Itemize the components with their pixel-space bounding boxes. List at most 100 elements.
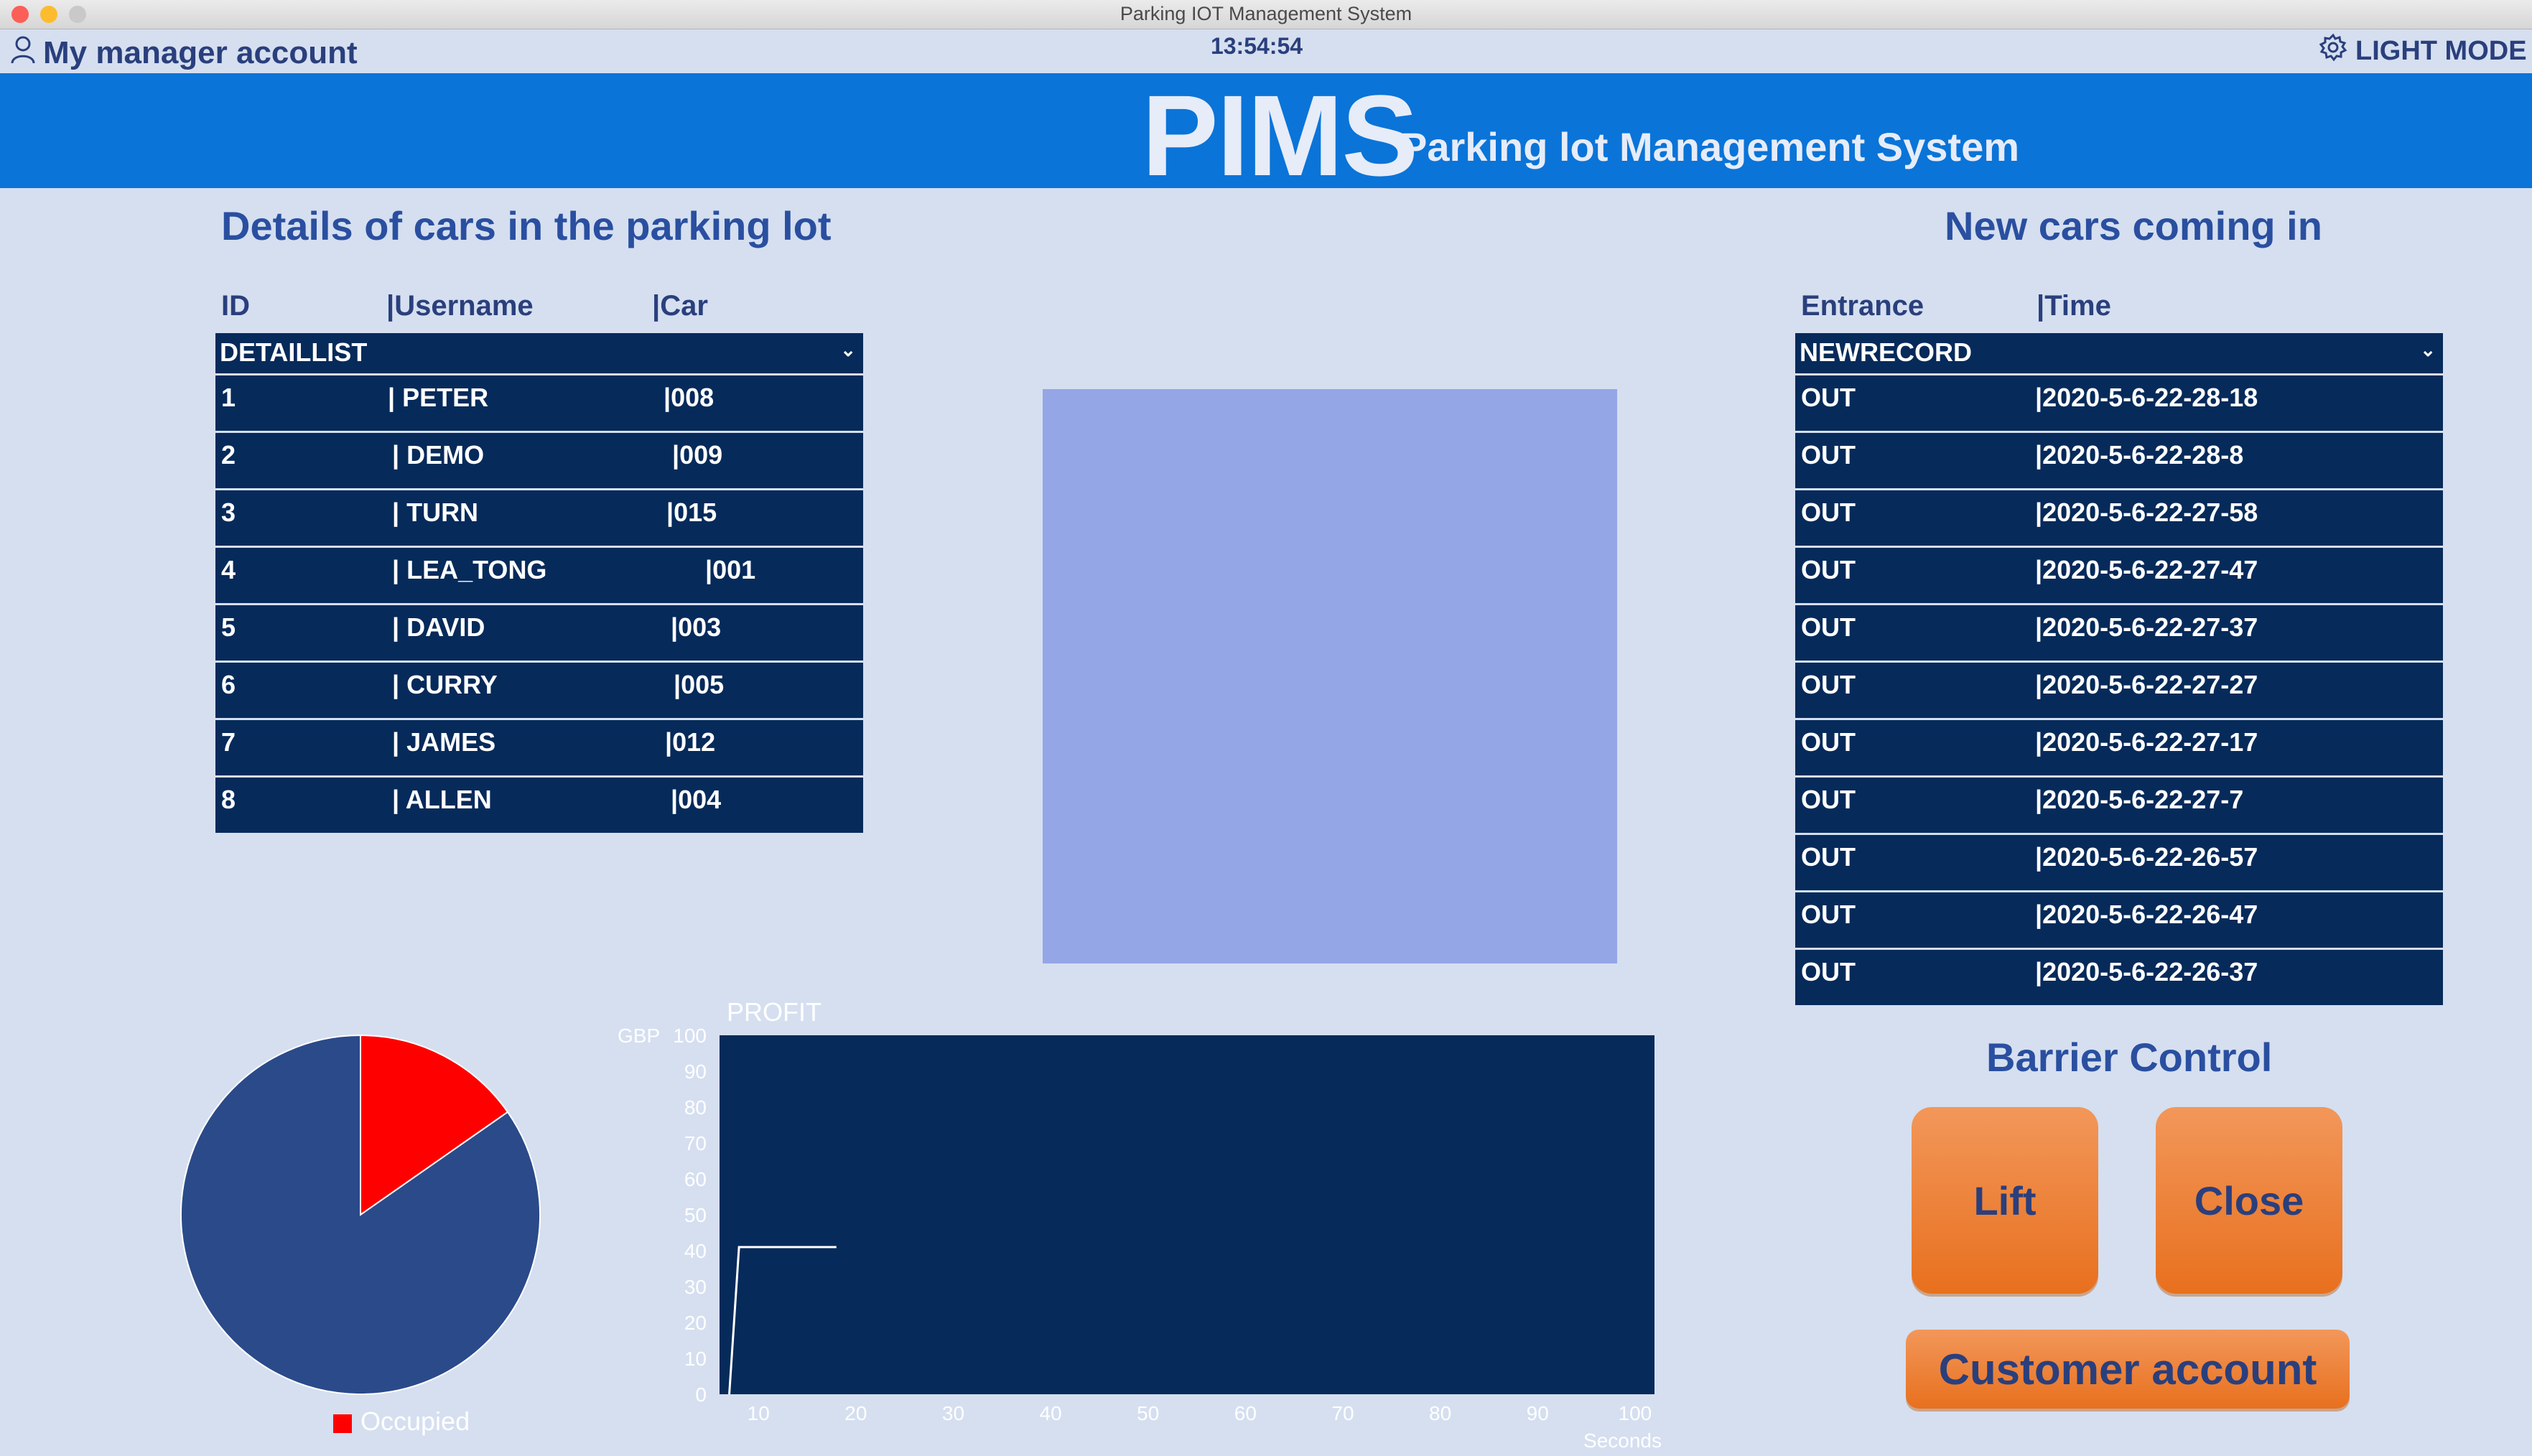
lift-button[interactable]: Lift	[1912, 1107, 2098, 1294]
row-entrance: OUT	[1801, 900, 1856, 929]
details-col-car: |Car	[652, 290, 708, 322]
x-tick-label: 50	[1137, 1402, 1159, 1424]
newcars-row[interactable]: OUT |2020-5-6-22-26-47	[1795, 892, 2443, 950]
window-titlebar: Parking IOT Management System	[0, 0, 2532, 29]
row-id: 8	[221, 785, 236, 814]
x-tick-label: 80	[1429, 1402, 1451, 1424]
row-entrance: OUT	[1801, 670, 1856, 699]
legend-label-occupied: Occupied	[360, 1406, 470, 1436]
newcars-row[interactable]: OUT |2020-5-6-22-27-47	[1795, 548, 2443, 605]
row-entrance: OUT	[1801, 785, 1856, 814]
x-tick-label: 30	[942, 1402, 964, 1424]
row-username: | TURN	[392, 498, 479, 527]
details-row[interactable]: 8 | ALLEN |004	[215, 778, 863, 833]
row-car: |003	[671, 612, 722, 642]
newcars-col-time: |Time	[2037, 290, 2111, 322]
row-car: |001	[705, 555, 756, 584]
newcars-row[interactable]: OUT |2020-5-6-22-28-8	[1795, 433, 2443, 490]
x-tick-label: 20	[844, 1402, 867, 1424]
row-car: |008	[664, 383, 715, 412]
row-time: |2020-5-6-22-28-18	[2035, 383, 2258, 412]
details-list-label: DETAILLIST	[220, 337, 368, 367]
row-id: 5	[221, 612, 236, 642]
light-mode-toggle[interactable]: LIGHT MODE	[2318, 33, 2527, 69]
y-tick-label: 0	[695, 1383, 707, 1406]
row-car: |004	[671, 785, 722, 814]
mode-label: LIGHT MODE	[2355, 35, 2527, 66]
x-tick-label: 40	[1040, 1402, 1062, 1424]
row-entrance: OUT	[1801, 612, 1856, 642]
y-axis-label: GBP	[618, 1025, 660, 1047]
newcars-col-entrance: Entrance	[1801, 290, 1924, 322]
row-time: |2020-5-6-22-26-47	[2035, 900, 2258, 929]
app-subtitle: Parking lot Management System	[1400, 124, 2020, 169]
newcars-row[interactable]: OUT |2020-5-6-22-27-27	[1795, 663, 2443, 720]
row-time: |2020-5-6-22-27-47	[2035, 555, 2258, 584]
x-tick-label: 90	[1527, 1402, 1549, 1424]
row-username: | PETER	[388, 383, 489, 412]
account-label: My manager account	[43, 35, 358, 70]
occupancy-pie-chart: Occupied	[180, 1034, 541, 1436]
y-tick-label: 80	[684, 1096, 707, 1119]
newcars-row[interactable]: OUT |2020-5-6-22-27-7	[1795, 778, 2443, 835]
x-tick-label: 10	[748, 1402, 770, 1424]
details-row[interactable]: 2 | DEMO |009	[215, 433, 863, 490]
window-title: Parking IOT Management System	[1120, 3, 1412, 24]
manager-account-link[interactable]: My manager account	[10, 33, 358, 73]
profit-line-chart: PROFIT 0 10 20 30 40 50 60 70 80 90 100 GBP 10 20 30 40 5…	[618, 997, 1662, 1450]
row-username: | DEMO	[392, 440, 485, 470]
row-username: | DAVID	[392, 612, 485, 642]
close-button[interactable]: Close	[2156, 1107, 2342, 1294]
details-row[interactable]: 6 | CURRY |005	[215, 663, 863, 720]
details-row[interactable]: 4 | LEA_TONG |001	[215, 548, 863, 605]
x-axis-label: Seconds	[1583, 1429, 1662, 1450]
row-id: 7	[221, 727, 236, 757]
newcars-list[interactable]: NEWRECORD ⌄ OUT |2020-5-6-22-28-18 OUT |202…	[1795, 333, 2443, 1005]
details-row[interactable]: 1 | PETER |008	[215, 375, 863, 433]
x-tick-label: 70	[1331, 1402, 1354, 1424]
details-row[interactable]: 5 | DAVID |003	[215, 605, 863, 663]
newcars-row[interactable]: OUT |2020-5-6-22-27-37	[1795, 605, 2443, 663]
row-username: | JAMES	[392, 727, 496, 757]
y-tick-label: 60	[684, 1168, 707, 1190]
app-logo: PIMS	[1142, 71, 1418, 200]
row-entrance: OUT	[1801, 498, 1856, 527]
row-time: |2020-5-6-22-26-37	[2035, 957, 2258, 986]
details-col-username: |Username	[386, 290, 534, 322]
details-list[interactable]: DETAILLIST ⌄ 1 | PETER |008 2 | DEMO |009 3 |…	[215, 333, 863, 833]
row-entrance: OUT	[1801, 383, 1856, 412]
row-id: 1	[221, 383, 236, 412]
y-tick-label: 70	[684, 1132, 707, 1154]
row-car: |015	[666, 498, 717, 527]
row-car: |009	[672, 440, 723, 470]
chart-title: PROFIT	[727, 997, 821, 1027]
newcars-row[interactable]: OUT |2020-5-6-22-26-37	[1795, 950, 2443, 1005]
row-entrance: OUT	[1801, 842, 1856, 872]
dropdown-icon: ⌄	[840, 339, 856, 360]
y-tick-label: 20	[684, 1312, 707, 1334]
row-time: |2020-5-6-22-28-8	[2035, 440, 2244, 470]
row-username: | CURRY	[392, 670, 498, 699]
row-entrance: OUT	[1801, 555, 1856, 584]
gear-icon	[2318, 32, 2348, 70]
details-list-header[interactable]: DETAILLIST ⌄	[215, 333, 863, 375]
newcars-list-header[interactable]: NEWRECORD ⌄	[1795, 333, 2443, 375]
row-username: | ALLEN	[392, 785, 492, 814]
row-time: |2020-5-6-22-26-57	[2035, 842, 2258, 872]
barrier-title: Barrier Control	[1986, 1035, 2273, 1080]
y-tick-label: 90	[684, 1060, 707, 1083]
y-tick-label: 40	[684, 1240, 707, 1262]
details-row[interactable]: 3 | TURN |015	[215, 490, 863, 548]
y-tick-label: 50	[684, 1204, 707, 1226]
newcars-title: New cars coming in	[1945, 203, 2322, 248]
newcars-row[interactable]: OUT |2020-5-6-22-26-57	[1795, 835, 2443, 892]
plot-area	[720, 1035, 1654, 1394]
customer-account-button[interactable]: Customer account	[1906, 1330, 2350, 1409]
row-car: |012	[665, 727, 716, 757]
newcars-row[interactable]: OUT |2020-5-6-22-27-17	[1795, 720, 2443, 778]
details-row[interactable]: 7 | JAMES |012	[215, 720, 863, 778]
newcars-row[interactable]: OUT |2020-5-6-22-28-18	[1795, 375, 2443, 433]
newcars-row[interactable]: OUT |2020-5-6-22-27-58	[1795, 490, 2443, 548]
row-entrance: OUT	[1801, 957, 1856, 986]
camera-view	[1043, 389, 1617, 963]
